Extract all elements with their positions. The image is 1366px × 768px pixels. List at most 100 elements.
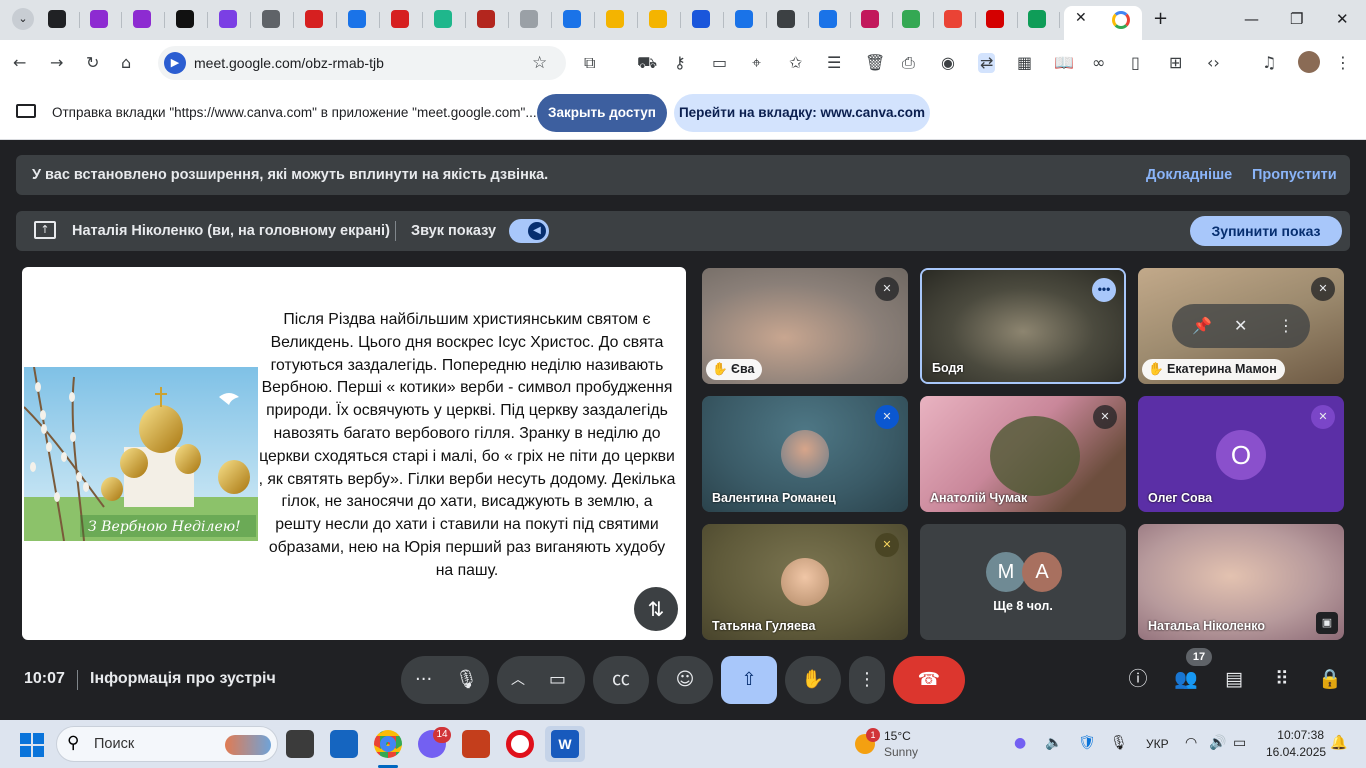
- star-list-icon[interactable]: ✩: [789, 53, 802, 73]
- language-indicator[interactable]: УКР: [1146, 737, 1169, 751]
- activities-icon[interactable]: ⠿: [1267, 664, 1297, 694]
- forward-icon[interactable]: →: [50, 53, 63, 73]
- close-tab-icon[interactable]: ✕: [1075, 10, 1087, 26]
- notifications-bell-icon[interactable]: 🔔: [1330, 735, 1347, 751]
- tab-favicon-icon[interactable]: [305, 10, 323, 28]
- participant-tile-active[interactable]: ••• Бодя: [920, 268, 1126, 384]
- qr-code-icon[interactable]: ▦: [1017, 53, 1032, 73]
- new-tab-icon[interactable]: +: [1153, 8, 1168, 29]
- clock-time[interactable]: 10:07:38: [1266, 728, 1324, 742]
- tab-favicon-icon[interactable]: [902, 10, 920, 28]
- participant-tile[interactable]: ✕ Анатолій Чумак: [920, 396, 1126, 512]
- home-icon[interactable]: ⌂: [121, 53, 131, 73]
- start-icon[interactable]: [20, 733, 44, 757]
- tab-favicon-icon[interactable]: [48, 10, 66, 28]
- participant-tile[interactable]: ✕ Татьяна Гуляева: [702, 524, 908, 640]
- link-icon[interactable]: ∞: [1092, 53, 1105, 73]
- tab-favicon-icon[interactable]: [735, 10, 753, 28]
- url-text[interactable]: meet.google.com/obz-rmab-tjb: [194, 55, 384, 71]
- participant-tile[interactable]: 📌 ✕ ⋮ ✕ ✋ Екатерина Мамон: [1138, 268, 1344, 384]
- tab-favicon-icon[interactable]: [649, 10, 667, 28]
- menu-dots-icon[interactable]: ⋮: [1335, 53, 1351, 73]
- participant-tile[interactable]: ✕ ✋ Єва: [702, 268, 908, 384]
- host-controls-icon[interactable]: 🔒: [1315, 664, 1345, 694]
- tab-favicon-icon[interactable]: [133, 10, 151, 28]
- tab-favicon-icon[interactable]: [434, 10, 452, 28]
- tab-favicon-icon[interactable]: [692, 10, 710, 28]
- minimize-icon[interactable]: —: [1244, 10, 1259, 28]
- participant-tile[interactable]: О ✕ Олег Сова: [1138, 396, 1344, 512]
- tab-favicon-icon[interactable]: [606, 10, 624, 28]
- powerpoint-icon[interactable]: [462, 730, 490, 758]
- restore-icon[interactable]: ❐: [1290, 10, 1303, 28]
- chrome-icon[interactable]: [374, 730, 402, 758]
- table-icon[interactable]: ⊞: [1169, 53, 1182, 73]
- swap-view-button[interactable]: ⇅: [634, 587, 678, 631]
- book-icon[interactable]: 📖: [1054, 53, 1074, 73]
- skip-link[interactable]: Пропустити: [1252, 167, 1337, 183]
- store-icon[interactable]: [330, 730, 358, 758]
- tab-favicon-icon[interactable]: [262, 10, 280, 28]
- mute-icon[interactable]: ✕: [1234, 304, 1247, 348]
- people-icon[interactable]: 👥: [1171, 664, 1201, 694]
- word-icon[interactable]: W: [545, 726, 585, 762]
- reload-icon[interactable]: ↻: [86, 53, 99, 73]
- stop-sharing-button[interactable]: Зупинити показ: [1190, 216, 1342, 246]
- camera-icon[interactable]: ▭: [549, 656, 566, 704]
- camera-button-group[interactable]: ︿ ▭: [497, 656, 585, 704]
- print-icon[interactable]: ⎙: [902, 53, 915, 73]
- tab-favicon-icon[interactable]: [563, 10, 581, 28]
- devices-icon[interactable]: ▯: [1131, 53, 1140, 73]
- picture-in-picture-icon[interactable]: ▣: [1316, 612, 1338, 634]
- wifi-icon[interactable]: ◠: [1185, 735, 1197, 751]
- defender-icon[interactable]: 🛡: [1078, 735, 1096, 751]
- more-audio-icon[interactable]: ···: [415, 656, 432, 704]
- tab-favicon-icon[interactable]: [391, 10, 409, 28]
- clock-date[interactable]: 16.04.2025: [1266, 745, 1326, 759]
- tab-favicon-icon[interactable]: [819, 10, 837, 28]
- close-window-icon[interactable]: ✕: [1336, 10, 1349, 28]
- tab-favicon-icon[interactable]: [986, 10, 1004, 28]
- reader-icon[interactable]: ☰: [827, 53, 841, 73]
- key-icon[interactable]: ⚷: [674, 53, 686, 73]
- tab-favicon-icon[interactable]: [90, 10, 108, 28]
- more-options-button[interactable]: ⋮: [849, 656, 885, 704]
- bookmark-star-icon[interactable]: ☆: [532, 53, 547, 73]
- viber-tray-icon[interactable]: ●: [1014, 735, 1026, 751]
- microphone-icon[interactable]: 🎙: [455, 656, 478, 704]
- leave-call-button[interactable]: ☎: [893, 656, 965, 704]
- close-access-button[interactable]: Закрыть доступ: [537, 94, 667, 132]
- translate-icon[interactable]: ⇄: [978, 53, 996, 73]
- opera-icon[interactable]: [506, 730, 534, 758]
- info-icon[interactable]: ⓘ: [1123, 664, 1153, 694]
- tab-favicon-icon[interactable]: [348, 10, 366, 28]
- media-controls-icon[interactable]: ♫: [1262, 53, 1276, 73]
- tab-favicon-icon[interactable]: [777, 10, 795, 28]
- location-icon[interactable]: ⌖: [752, 53, 761, 73]
- bus-icon[interactable]: ⛟: [637, 53, 657, 73]
- active-tab[interactable]: ✕: [1064, 6, 1142, 40]
- volume-tray-icon[interactable]: 🔈: [1045, 735, 1062, 751]
- card-icon[interactable]: ▭: [712, 53, 727, 73]
- goto-tab-button[interactable]: Перейти на вкладку: www.canva.com: [674, 94, 930, 132]
- self-tile[interactable]: ▣ Натальа Ніколенко: [1138, 524, 1344, 640]
- extensions-icon[interactable]: ⧉: [584, 53, 595, 73]
- pin-icon[interactable]: 📌: [1192, 304, 1212, 348]
- screenshot-icon[interactable]: ◉: [941, 53, 955, 73]
- tab-favicon-icon[interactable]: [861, 10, 879, 28]
- tab-favicon-icon[interactable]: [176, 10, 194, 28]
- raise-hand-button[interactable]: ✋: [785, 656, 841, 704]
- meet-camera-icon[interactable]: ▶: [164, 52, 186, 74]
- share-sound-toggle[interactable]: ◀: [509, 219, 549, 243]
- participant-tile[interactable]: ✕ Валентина Романец: [702, 396, 908, 512]
- tab-favicon-icon[interactable]: [219, 10, 237, 28]
- mic-tray-icon[interactable]: 🎙: [1110, 735, 1128, 751]
- captions-button[interactable]: ㏄: [593, 656, 649, 704]
- tab-favicon-icon[interactable]: [1028, 10, 1046, 28]
- others-tile[interactable]: М А Ще 8 чол.: [920, 524, 1126, 640]
- meeting-info-label[interactable]: Інформація про зустріч: [90, 670, 276, 688]
- learn-more-link[interactable]: Докладніше: [1146, 167, 1232, 183]
- tab-favicon-icon[interactable]: [520, 10, 538, 28]
- trash-icon[interactable]: 🗑: [865, 53, 885, 73]
- tab-favicon-icon[interactable]: [477, 10, 495, 28]
